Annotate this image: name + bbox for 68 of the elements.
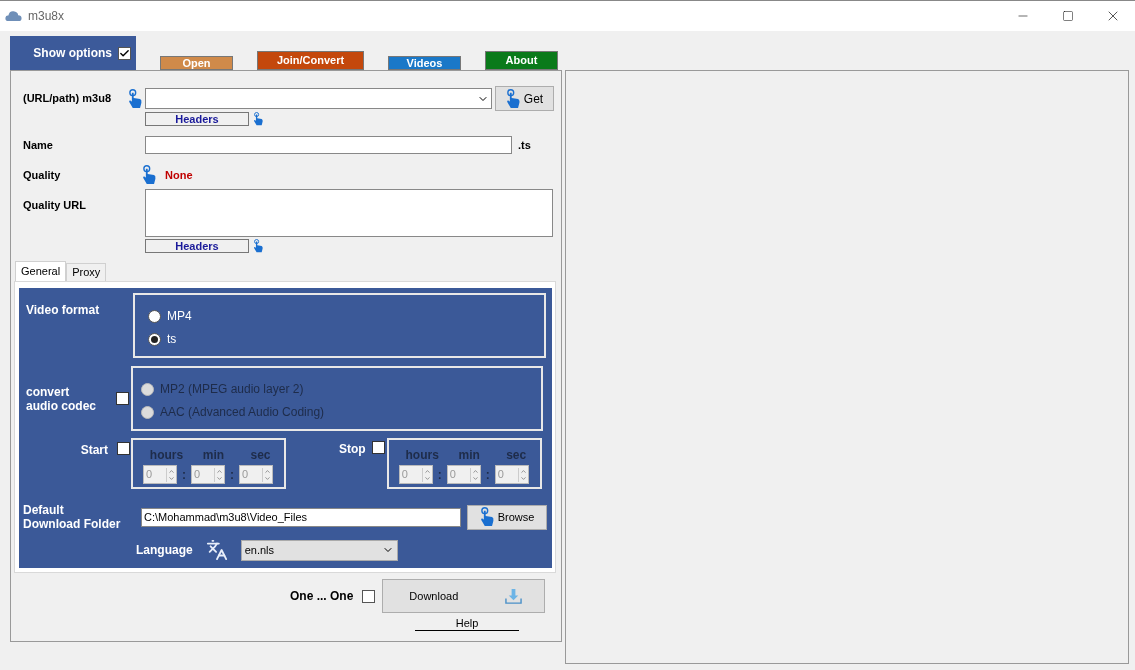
radio-button[interactable]	[148, 332, 161, 346]
unit-label: min	[457, 447, 481, 464]
video-format-label: Video format	[25, 302, 101, 319]
nav-button[interactable]: Join/Convert	[257, 51, 364, 70]
time-separator: :	[484, 466, 491, 484]
option-label: MP2 (MPEG audio layer 2)	[160, 381, 304, 398]
get-button[interactable]: Get	[495, 86, 554, 111]
pointing-hand-icon	[479, 507, 495, 527]
option-label: AAC (Advanced Audio Coding)	[160, 404, 325, 421]
tab[interactable]: General	[15, 261, 67, 281]
language-label: Language	[136, 542, 193, 559]
pointing-hand-icon	[128, 88, 143, 109]
one-by-one-label: One ... One	[290, 588, 354, 605]
headers-button[interactable]: Headers	[145, 112, 249, 126]
spinner-arrows-icon	[214, 467, 223, 482]
headers-button[interactable]: Headers	[145, 239, 249, 253]
quality-url-field[interactable]	[145, 189, 553, 237]
name-label: Name	[23, 137, 54, 153]
download-folder-label: Default Download Folder	[22, 503, 121, 531]
spinner-arrows-icon	[262, 467, 271, 482]
help-link[interactable]: Help	[415, 617, 519, 631]
audio-codec-label: convert audio codec	[25, 384, 97, 413]
url-label: (URL/path) m3u8	[23, 91, 112, 107]
translate-icon	[205, 539, 228, 561]
quality-label: Quality	[23, 167, 62, 183]
checkbox[interactable]	[117, 442, 130, 455]
name-field[interactable]	[145, 136, 512, 154]
download-button[interactable]: Download	[382, 579, 546, 613]
pointing-hand-icon	[253, 112, 264, 126]
cloud-icon	[5, 10, 22, 22]
spinner-arrows-icon	[517, 467, 527, 482]
time-separator: :	[181, 466, 187, 484]
show-options-label: Show options	[33, 45, 112, 62]
download-folder-field[interactable]: C:\Mohammad\m3u8\Video_Files	[141, 507, 461, 527]
checkbox[interactable]	[362, 589, 376, 603]
nav-button[interactable]: Videos	[388, 56, 461, 70]
option-label: ts	[167, 331, 177, 348]
unit-label: sec	[249, 447, 272, 464]
radio-button[interactable]	[148, 309, 161, 323]
tab[interactable]: Proxy	[66, 263, 107, 281]
browse-button[interactable]: Browse	[467, 504, 547, 530]
stop-label: Stop	[339, 441, 366, 458]
checkbox[interactable]	[118, 46, 131, 60]
nav-button[interactable]: About	[485, 51, 558, 70]
quality-value: None	[165, 167, 193, 183]
checkbox[interactable]	[371, 441, 385, 454]
window-title: m3u8x	[28, 8, 65, 25]
unit-label: hours	[404, 447, 440, 464]
unit-label: min	[201, 447, 226, 464]
show-options-tab[interactable]: Show options	[10, 36, 136, 70]
spinner-arrows-icon	[166, 467, 175, 482]
quality-url-label: Quality URL	[23, 198, 87, 213]
download-icon	[505, 587, 523, 605]
time-separator: :	[436, 466, 443, 484]
time-separator: :	[229, 466, 235, 484]
extension-label: .ts	[518, 137, 531, 153]
checkbox[interactable]	[116, 392, 129, 405]
unit-label: hours	[148, 447, 185, 464]
spinner-arrows-icon	[469, 467, 479, 482]
url-combobox[interactable]	[145, 88, 492, 109]
pointing-hand-icon	[142, 165, 157, 185]
language-select[interactable]: en.nls	[240, 539, 398, 561]
start-label: Start	[79, 442, 108, 459]
unit-label: sec	[505, 447, 528, 464]
pointing-hand-icon	[253, 239, 264, 253]
option-label: MP4	[167, 308, 192, 325]
spinner-arrows-icon	[421, 467, 431, 482]
pointing-hand-icon	[505, 88, 521, 109]
